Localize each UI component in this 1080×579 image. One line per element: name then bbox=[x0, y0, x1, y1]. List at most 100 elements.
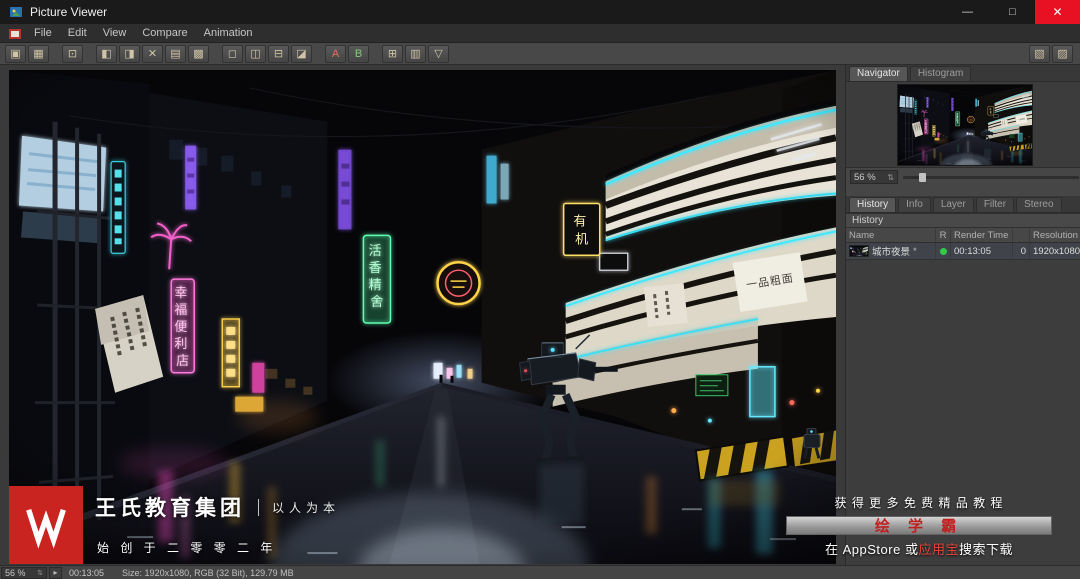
grid-icon: ⊞ bbox=[387, 48, 398, 60]
navigator-thumbnail[interactable] bbox=[896, 83, 1033, 166]
tab-layer[interactable]: Layer bbox=[932, 197, 974, 212]
tab-filter[interactable]: Filter bbox=[975, 197, 1015, 212]
history-row-render-time: 00:13:05 bbox=[951, 243, 1013, 259]
navigator-preview[interactable] bbox=[846, 82, 1080, 168]
tab-stereo[interactable]: Stereo bbox=[1016, 197, 1062, 212]
menu-edit[interactable]: Edit bbox=[60, 24, 95, 42]
compare-wipe-button[interactable]: ◪ bbox=[291, 44, 312, 63]
compare-sub-button[interactable]: ⊟ bbox=[268, 44, 289, 63]
save-image-button[interactable]: ▦ bbox=[28, 44, 49, 63]
statusbar: 56 % ⇅ ▸ 00:13:05 Size: 1920x1080, RGB (… bbox=[0, 565, 1080, 579]
menubar: File Edit View Compare Animation bbox=[0, 24, 1080, 43]
menu-view[interactable]: View bbox=[95, 24, 135, 42]
close-button[interactable]: ✕ bbox=[1035, 0, 1080, 24]
grid-button[interactable]: ⊞ bbox=[382, 44, 403, 63]
set-image-b-button[interactable]: B bbox=[348, 44, 369, 63]
titlebar[interactable]: Picture Viewer — □ ✕ bbox=[0, 0, 1080, 24]
column-r[interactable]: R bbox=[936, 228, 951, 242]
menu-file[interactable]: File bbox=[26, 24, 60, 42]
zoom-row: 56 % ⇅ bbox=[846, 168, 1080, 186]
status-zoom-value: 56 % bbox=[5, 567, 26, 578]
layer-manager-button[interactable]: ▤ bbox=[165, 44, 186, 63]
set-image-b-icon: B bbox=[354, 47, 363, 60]
w-logo-icon bbox=[26, 509, 66, 549]
layout-left-button[interactable]: ▧ bbox=[1029, 44, 1050, 63]
status-render-time: 00:13:05 bbox=[69, 567, 105, 578]
history-row-thumbnail bbox=[849, 245, 869, 257]
brand-logo bbox=[9, 486, 83, 564]
zoom-value-field[interactable]: 56 % ⇅ bbox=[850, 170, 898, 184]
set-image-a-button[interactable]: A bbox=[325, 44, 346, 63]
app-icon bbox=[9, 5, 23, 19]
menu-animation[interactable]: Animation bbox=[196, 24, 261, 42]
history-section-title: History bbox=[846, 213, 1080, 228]
toolbar: ▣ ▦ ⊡ ◧ ◨ ✕ ▤ ▩ ◻ ◫ ⊟ ◪ A B ⊞ ▥ ▽ ▧ ▨ bbox=[0, 43, 1080, 65]
status-zoom-field[interactable]: 56 % ⇅ bbox=[1, 566, 47, 579]
compare-off-icon: ◻ bbox=[227, 48, 238, 60]
minimize-button[interactable]: — bbox=[945, 0, 990, 24]
open-image-button[interactable]: ▣ bbox=[5, 44, 26, 63]
play-button[interactable]: ▸ bbox=[49, 566, 62, 579]
multi-view-icon: ▩ bbox=[193, 48, 204, 60]
viewer-menu-icon bbox=[9, 27, 21, 39]
navigator-tab-bar: Navigator Histogram bbox=[846, 65, 1080, 82]
status-zoom-stepper-icon[interactable]: ⇅ bbox=[37, 569, 43, 577]
zoom-slider-handle[interactable] bbox=[918, 173, 926, 182]
brand-slogan: 以人为本 bbox=[272, 500, 341, 515]
history-row-frame: 0 bbox=[1013, 243, 1030, 259]
open-image-icon: ▣ bbox=[10, 48, 21, 60]
zoom-stepper-icon[interactable]: ⇅ bbox=[887, 173, 894, 182]
promo-line2-red: 应用宝 bbox=[918, 542, 959, 557]
render-status-dot bbox=[939, 247, 947, 255]
promo-line2-prefix: 在 AppStore 或 bbox=[825, 542, 919, 557]
status-image-info: Size: 1920x1080, RGB (32 Bit), 129.79 MB bbox=[122, 567, 294, 578]
brand-divider bbox=[258, 498, 259, 516]
multi-view-button[interactable]: ▩ bbox=[188, 44, 209, 63]
rendered-image[interactable]: 幸 福 便 利 店 bbox=[9, 70, 836, 564]
render-scene[interactable]: 幸 福 便 利 店 bbox=[9, 70, 836, 564]
history-row-name: 城市夜景 bbox=[872, 247, 911, 258]
compare-off-button[interactable]: ◻ bbox=[222, 44, 243, 63]
compare-ab-button[interactable]: ◫ bbox=[245, 44, 266, 63]
compare-ab-icon: ◫ bbox=[250, 48, 261, 60]
column-render-time[interactable]: Render Time bbox=[951, 228, 1013, 242]
history-row-status-cell bbox=[936, 243, 951, 259]
compare-wipe-icon: ◪ bbox=[296, 48, 307, 60]
promo-bar: 绘 学 霸 bbox=[786, 516, 1052, 535]
fullscreen-icon: ⊡ bbox=[67, 48, 78, 60]
info-overlay-button[interactable]: ▥ bbox=[405, 44, 426, 63]
zoom-slider-track[interactable] bbox=[903, 176, 1080, 179]
ram-player-b-icon: ◨ bbox=[124, 48, 135, 60]
promo-highlight: 绘 学 霸 bbox=[874, 518, 964, 535]
delete-image-button[interactable]: ✕ bbox=[142, 44, 163, 63]
column-frame[interactable] bbox=[1013, 228, 1030, 242]
tab-history[interactable]: History bbox=[849, 197, 897, 212]
filter-view-icon: ▽ bbox=[434, 48, 443, 60]
filter-view-button[interactable]: ▽ bbox=[428, 44, 449, 63]
layout-right-button[interactable]: ▨ bbox=[1052, 44, 1073, 63]
column-name[interactable]: Name bbox=[846, 228, 936, 242]
tab-info[interactable]: Info bbox=[898, 197, 931, 212]
info-overlay-icon: ▥ bbox=[410, 48, 421, 60]
ram-player-b-button[interactable]: ◨ bbox=[119, 44, 140, 63]
tab-histogram[interactable]: Histogram bbox=[909, 66, 972, 81]
tab-navigator[interactable]: Navigator bbox=[849, 66, 908, 81]
ram-player-a-button[interactable]: ◧ bbox=[96, 44, 117, 63]
fullscreen-button[interactable]: ⊡ bbox=[62, 44, 83, 63]
window-title: Picture Viewer bbox=[30, 5, 108, 19]
zoom-value: 56 % bbox=[854, 171, 876, 183]
brand-founded: 始 创 于 二 零 零 二 年 bbox=[97, 541, 277, 555]
layout-left-icon: ▧ bbox=[1034, 48, 1045, 60]
zoom-slider[interactable] bbox=[903, 170, 1080, 184]
image-viewport[interactable]: 幸 福 便 利 店 bbox=[0, 65, 845, 565]
column-resolution[interactable]: Resolution bbox=[1030, 228, 1080, 242]
menu-compare[interactable]: Compare bbox=[134, 24, 195, 42]
delete-image-icon: ✕ bbox=[147, 48, 158, 60]
history-row-name-cell[interactable]: 城市夜景 * bbox=[846, 243, 936, 259]
history-row-dirty-flag: * bbox=[913, 245, 917, 257]
save-image-icon: ▦ bbox=[33, 48, 44, 60]
history-row[interactable]: 城市夜景 * 00:13:05 0 1920x1080 bbox=[846, 243, 1080, 260]
maximize-button[interactable]: □ bbox=[990, 0, 1035, 24]
promo-line1: 获 得 更 多 免 费 精 品 教 程 bbox=[834, 496, 1004, 510]
compare-sub-icon: ⊟ bbox=[273, 48, 284, 60]
